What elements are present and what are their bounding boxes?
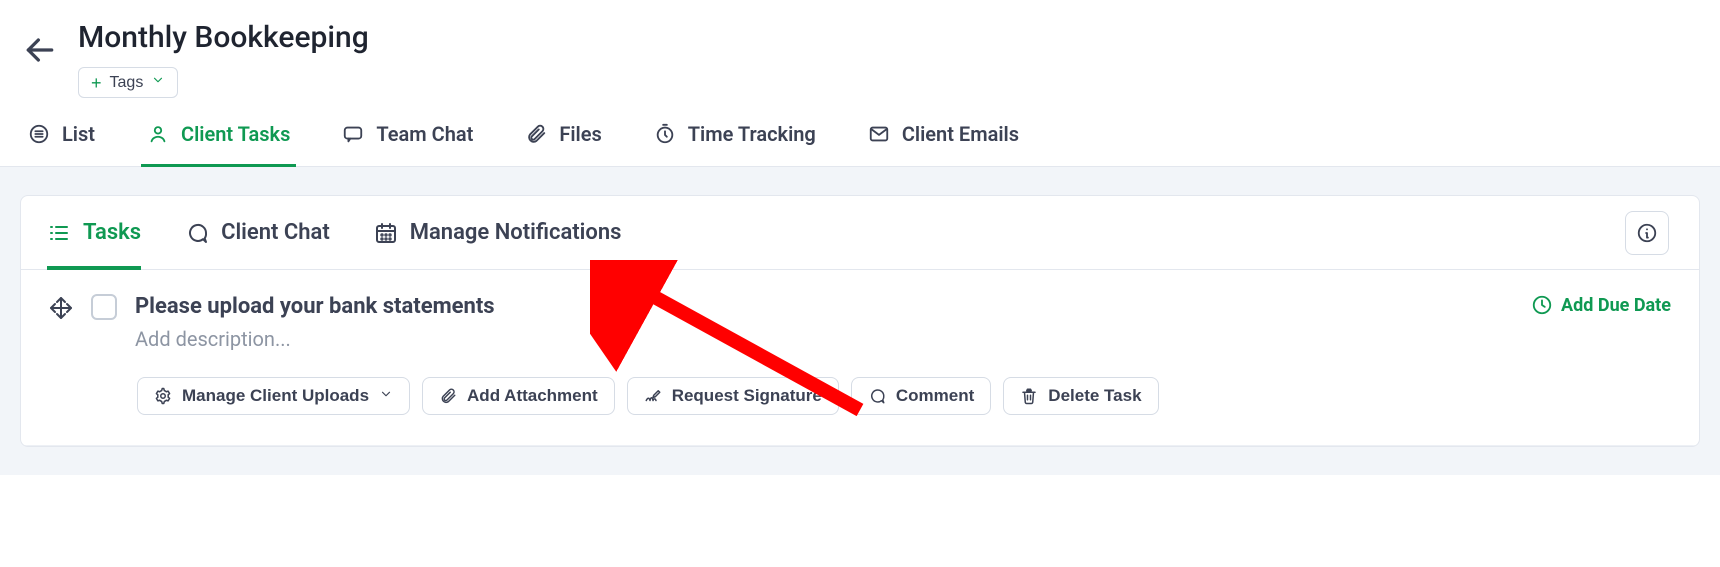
title-column: Monthly Bookkeeping + Tags — [78, 20, 369, 98]
tab-team-chat[interactable]: Team Chat — [342, 122, 473, 166]
arrow-left-icon — [20, 30, 60, 70]
back-button[interactable] — [20, 30, 60, 70]
subtab-label: Tasks — [83, 220, 141, 245]
add-attachment-button[interactable]: Add Attachment — [422, 377, 615, 415]
comment-button[interactable]: Comment — [851, 377, 991, 415]
panel: Tasks Client Chat Manage Notifications — [20, 195, 1700, 447]
tags-button[interactable]: + Tags — [78, 67, 178, 98]
tab-label: Team Chat — [376, 122, 473, 146]
delete-task-button[interactable]: Delete Task — [1003, 377, 1158, 415]
paperclip-icon — [525, 123, 547, 145]
subtab-client-chat[interactable]: Client Chat — [185, 196, 330, 269]
clock-icon — [1531, 294, 1553, 316]
task-head: Please upload your bank statements Add d… — [49, 294, 1671, 351]
list-icon — [28, 123, 50, 145]
tab-client-emails[interactable]: Client Emails — [868, 122, 1019, 166]
tags-label: Tags — [110, 74, 144, 92]
stopwatch-icon — [654, 123, 676, 145]
header: Monthly Bookkeeping + Tags — [0, 0, 1720, 98]
add-due-date-button[interactable]: Add Due Date — [1531, 294, 1671, 316]
chip-label: Request Signature — [672, 386, 822, 406]
task-checkbox[interactable] — [91, 294, 117, 320]
tab-time-tracking[interactable]: Time Tracking — [654, 122, 816, 166]
page-title: Monthly Bookkeeping — [78, 20, 369, 55]
info-button[interactable] — [1625, 211, 1669, 255]
chip-label: Delete Task — [1048, 386, 1141, 406]
subtabs: Tasks Client Chat Manage Notifications — [21, 196, 1699, 270]
primary-tabs: List Client Tasks Team Chat Files Time T… — [0, 98, 1720, 167]
user-icon — [147, 123, 169, 145]
task-row: Please upload your bank statements Add d… — [21, 270, 1699, 446]
gear-icon — [154, 387, 172, 405]
chat-icon — [868, 387, 886, 405]
calendar-icon — [374, 221, 398, 245]
subtab-manage-notifications[interactable]: Manage Notifications — [374, 196, 622, 269]
due-label: Add Due Date — [1561, 295, 1671, 316]
chat-icon — [185, 221, 209, 245]
plus-icon: + — [91, 74, 102, 92]
task-text: Please upload your bank statements Add d… — [135, 294, 495, 351]
tab-label: Client Tasks — [181, 122, 290, 146]
task-actions: Manage Client Uploads Add Attachment Req… — [137, 377, 1671, 415]
chip-label: Comment — [896, 386, 974, 406]
task-description-input[interactable]: Add description... — [135, 327, 495, 351]
chip-label: Manage Client Uploads — [182, 386, 369, 406]
chevron-down-icon — [151, 73, 165, 92]
subtab-label: Client Chat — [221, 220, 330, 245]
request-signature-button[interactable]: Request Signature — [627, 377, 839, 415]
tab-label: Client Emails — [902, 122, 1019, 146]
manage-client-uploads-button[interactable]: Manage Client Uploads — [137, 377, 410, 415]
task-title: Please upload your bank statements — [135, 294, 495, 319]
mail-icon — [868, 123, 890, 145]
chip-label: Add Attachment — [467, 386, 598, 406]
trash-icon — [1020, 387, 1038, 405]
signature-icon — [644, 387, 662, 405]
tab-label: List — [62, 122, 95, 146]
tab-label: Files — [559, 122, 601, 146]
tab-label: Time Tracking — [688, 122, 816, 146]
tab-list[interactable]: List — [28, 122, 95, 166]
tab-client-tasks[interactable]: Client Tasks — [147, 122, 290, 166]
subtab-tasks[interactable]: Tasks — [47, 196, 141, 269]
tasks-list-icon — [47, 221, 71, 245]
chat-icon — [342, 123, 364, 145]
tab-files[interactable]: Files — [525, 122, 601, 166]
move-icon — [49, 296, 73, 320]
paperclip-icon — [439, 387, 457, 405]
panel-wrap: Tasks Client Chat Manage Notifications — [0, 167, 1720, 475]
info-icon — [1636, 222, 1658, 244]
drag-handle[interactable] — [49, 296, 73, 320]
chevron-down-icon — [379, 386, 393, 406]
subtab-label: Manage Notifications — [410, 220, 622, 245]
